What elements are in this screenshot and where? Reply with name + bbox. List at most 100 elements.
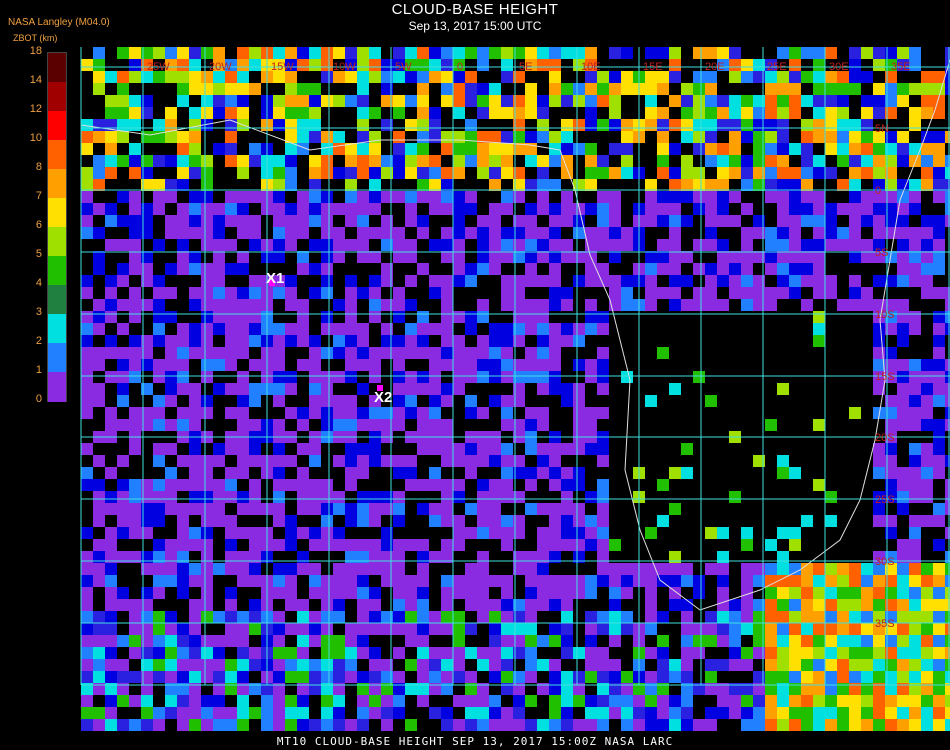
cloud-cell: [837, 635, 849, 647]
cloud-cell: [465, 407, 477, 419]
cloud-cell: [417, 47, 429, 59]
cloud-cell: [801, 647, 813, 659]
cloud-cell: [297, 119, 309, 131]
cloud-cell: [861, 695, 873, 707]
cloud-cell: [201, 107, 213, 119]
cloud-cell: [153, 503, 165, 515]
cloud-cell: [369, 671, 381, 683]
cloud-cell: [657, 143, 669, 155]
cloud-cell: [465, 47, 477, 59]
cloud-cell: [297, 611, 309, 623]
cloud-cell: [177, 707, 189, 719]
cloud-cell: [609, 227, 621, 239]
cloud-cell: [741, 179, 753, 191]
cloud-cell: [189, 707, 201, 719]
cloud-cell: [741, 119, 753, 131]
cloud-cell: [849, 719, 861, 731]
cloud-cell: [357, 119, 369, 131]
cloud-cell: [777, 155, 789, 167]
cloud-cell: [189, 395, 201, 407]
cloud-cell: [789, 611, 801, 623]
cloud-cell: [633, 695, 645, 707]
cloud-cell: [717, 251, 729, 263]
cloud-cell: [165, 647, 177, 659]
cloud-cell: [333, 635, 345, 647]
cloud-cell: [93, 155, 105, 167]
cloud-cell: [765, 419, 777, 431]
cloud-cell: [573, 47, 585, 59]
cloud-cell: [525, 719, 537, 731]
cloud-cell: [537, 467, 549, 479]
cloud-cell: [285, 179, 297, 191]
cloud-cell: [501, 335, 513, 347]
cloud-cell: [549, 383, 561, 395]
cloud-cell: [477, 407, 489, 419]
cloud-cell: [921, 563, 933, 575]
cloud-cell: [345, 479, 357, 491]
cloud-cell: [525, 311, 537, 323]
cloud-cell: [441, 659, 453, 671]
cloud-cell: [921, 623, 933, 635]
cloud-cell: [801, 95, 813, 107]
cloud-cell: [357, 239, 369, 251]
cloud-cell: [345, 623, 357, 635]
cloud-cell: [561, 707, 573, 719]
cloud-cell: [657, 671, 669, 683]
cloud-cell: [861, 671, 873, 683]
cloud-cell: [549, 287, 561, 299]
cloud-cell: [729, 611, 741, 623]
cloud-cell: [345, 575, 357, 587]
cloud-cell: [573, 443, 585, 455]
cloud-cell: [345, 467, 357, 479]
cloud-cell: [573, 227, 585, 239]
cloud-cell: [777, 203, 789, 215]
cloud-cell: [285, 707, 297, 719]
cloud-cell: [429, 131, 441, 143]
cloud-cell: [765, 647, 777, 659]
cloud-cell: [369, 623, 381, 635]
cloud-cell: [453, 635, 465, 647]
cloud-cell: [273, 335, 285, 347]
cloud-cell: [441, 395, 453, 407]
cloud-cell: [873, 635, 885, 647]
cloud-cell: [81, 611, 93, 623]
cloud-cell: [729, 623, 741, 635]
cloud-cell: [429, 119, 441, 131]
cloud-cell: [489, 167, 501, 179]
cloud-cell: [525, 407, 537, 419]
cloud-cell: [597, 347, 609, 359]
cloud-cell: [165, 563, 177, 575]
cloud-cell: [225, 635, 237, 647]
cloud-cell: [165, 623, 177, 635]
cloud-cell: [825, 95, 837, 107]
cloud-cell: [93, 635, 105, 647]
cloud-cell: [441, 455, 453, 467]
cloud-cell: [93, 167, 105, 179]
cloud-cell: [549, 515, 561, 527]
cloud-cell: [93, 131, 105, 143]
cloud-cell: [849, 671, 861, 683]
cloud-cell: [249, 323, 261, 335]
cloud-cell: [153, 275, 165, 287]
longitude-label: 10E: [581, 61, 601, 73]
cloud-cell: [273, 503, 285, 515]
cloud-cell: [921, 407, 933, 419]
cloud-cell: [657, 47, 669, 59]
cloud-cell: [741, 275, 753, 287]
cloud-cell: [705, 143, 717, 155]
cloud-cell: [441, 503, 453, 515]
cloud-cell: [933, 587, 945, 599]
cloud-cell: [657, 647, 669, 659]
cloud-cell: [213, 659, 225, 671]
cloud-cell: [177, 251, 189, 263]
cloud-cell: [861, 623, 873, 635]
cloud-cell: [681, 191, 693, 203]
cloud-cell: [537, 167, 549, 179]
cloud-cell: [177, 359, 189, 371]
cloud-cell: [477, 239, 489, 251]
cloud-cell: [237, 47, 249, 59]
cloud-cell: [117, 347, 129, 359]
cloud-cell: [441, 179, 453, 191]
cloud-cell: [861, 155, 873, 167]
cloud-cell: [477, 659, 489, 671]
